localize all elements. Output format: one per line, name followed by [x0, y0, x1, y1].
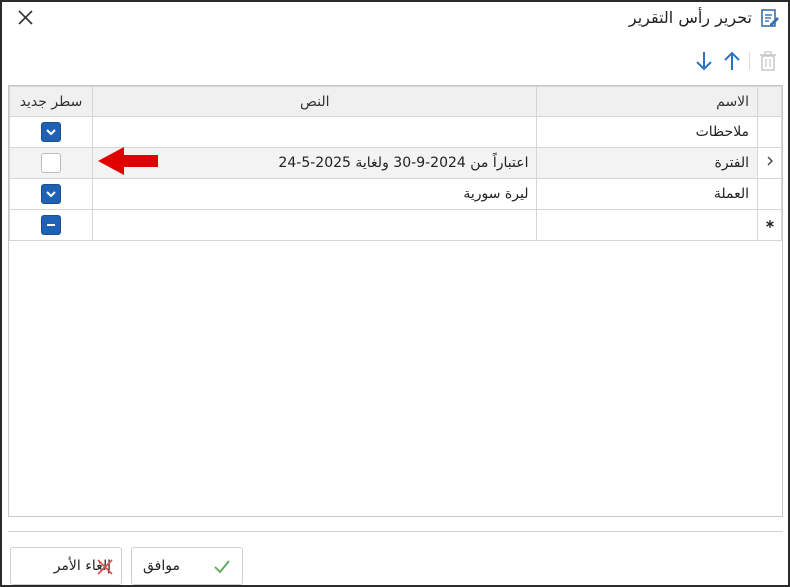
footer-separator [8, 531, 783, 532]
cancel-button[interactable]: إلغاء الأمر [10, 547, 122, 585]
column-header-text[interactable]: النص [92, 86, 538, 117]
cell-new-line[interactable] [8, 116, 94, 148]
row-indicator[interactable] [757, 116, 782, 148]
cell-new-line[interactable] [8, 178, 94, 210]
checkmark-icon [212, 557, 232, 577]
trash-icon[interactable] [757, 50, 779, 72]
new-line-checkbox[interactable] [41, 184, 61, 204]
cell-text[interactable] [92, 116, 538, 148]
new-row[interactable] [8, 209, 782, 241]
red-arrow-annotation [98, 145, 160, 177]
move-down-icon[interactable] [693, 50, 715, 72]
cell-new-line[interactable] [8, 147, 94, 179]
new-row-indicator[interactable] [757, 209, 782, 241]
toolbar-separator [749, 52, 750, 70]
cell-name[interactable] [536, 209, 759, 241]
new-line-checkbox[interactable] [41, 122, 61, 142]
column-header-name[interactable]: الاسم [536, 86, 759, 117]
cell-name[interactable]: العملة [536, 178, 759, 210]
ok-button-label: موافق [143, 558, 180, 574]
close-icon[interactable] [16, 8, 36, 28]
row-indicator-header [757, 86, 782, 117]
cell-name[interactable]: الفترة [536, 147, 759, 179]
current-row-indicator[interactable] [757, 147, 782, 179]
toolbar [2, 46, 788, 76]
cell-text[interactable] [92, 209, 538, 241]
title-bar: تحرير رأس التقرير [2, 2, 788, 36]
edit-document-icon [760, 8, 780, 28]
table-row[interactable]: ملاحظات [8, 116, 782, 148]
move-up-icon[interactable] [721, 50, 743, 72]
table-header-row: الاسم النص سطر جديد [8, 86, 782, 117]
cell-text[interactable]: ليرة سورية [92, 178, 538, 210]
column-header-new-line[interactable]: سطر جديد [8, 86, 94, 117]
row-indicator[interactable] [757, 178, 782, 210]
dialog-title: تحرير رأس التقرير [628, 8, 752, 27]
cell-name[interactable]: ملاحظات [536, 116, 759, 148]
cell-new-line[interactable] [8, 209, 94, 241]
ok-button[interactable]: موافق [131, 547, 243, 585]
cancel-x-icon [95, 557, 115, 577]
report-header-dialog: تحرير رأس التقرير الاسم النص سطر جديد مل… [0, 0, 790, 587]
new-line-checkbox-indeterminate[interactable] [41, 215, 61, 235]
table-row[interactable]: العملة ليرة سورية [8, 178, 782, 210]
new-line-checkbox[interactable] [41, 153, 61, 173]
